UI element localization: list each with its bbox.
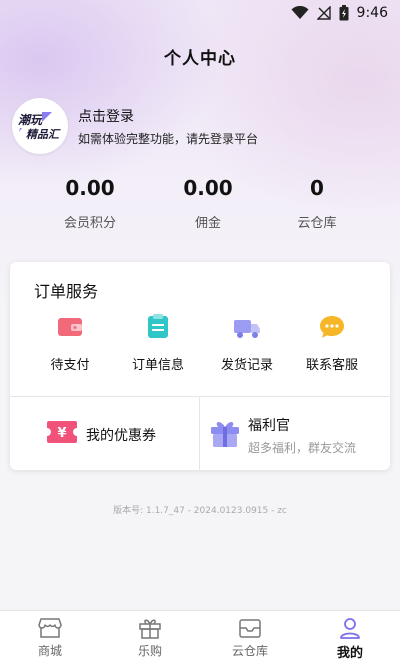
version-text: 版本号: 1.1.7_47 - 2024.0123.0915 - zc xyxy=(113,506,287,516)
brand-logo: 潮玩 精品汇 xyxy=(18,112,61,141)
stat-label: 云仓库 xyxy=(297,216,337,231)
coupon-icon: ¥ xyxy=(47,421,77,443)
stat-value: 0 xyxy=(310,176,324,200)
welfare-title: 福利官 xyxy=(248,418,290,434)
svg-text:精品汇: 精品汇 xyxy=(26,128,61,141)
tab-mine[interactable]: 我的 xyxy=(300,617,400,661)
order-info[interactable]: 订单信息 xyxy=(113,312,203,373)
stat-label: 佣金 xyxy=(194,216,221,231)
chat-icon xyxy=(320,316,344,338)
warehouse-icon xyxy=(239,619,261,638)
document-icon xyxy=(148,314,168,338)
order-service-title: 订单服务 xyxy=(34,282,99,301)
store-icon xyxy=(38,618,62,638)
login-link[interactable]: 点击登录 xyxy=(78,106,134,126)
page-title: 个人中心 xyxy=(164,49,236,69)
stat-warehouse[interactable]: 0 云仓库 xyxy=(267,176,367,231)
order-pending-payment[interactable]: 待支付 xyxy=(25,312,115,373)
battery-icon xyxy=(339,5,349,21)
svg-text:潮玩: 潮玩 xyxy=(18,113,44,127)
order-service-card: 订单服务 待支付 订单信息 发货记录 联系客服 ¥ 我的优惠券 福利官 超多福利… xyxy=(10,262,390,470)
truck-icon xyxy=(234,320,260,338)
stat-points[interactable]: 0.00 会员积分 xyxy=(40,176,140,231)
tab-label: 我的 xyxy=(336,646,363,661)
gift-icon xyxy=(211,422,239,447)
wallet-icon xyxy=(58,318,82,336)
bottom-tab-bar: 商城 乐购 云仓库 我的 xyxy=(0,610,400,667)
tab-legou[interactable]: 乐购 xyxy=(100,617,200,659)
status-bar: 9:46 xyxy=(0,0,400,26)
status-time: 9:46 xyxy=(356,5,388,21)
stat-value: 0.00 xyxy=(183,176,233,200)
tab-cloud-warehouse[interactable]: 云仓库 xyxy=(200,617,300,659)
tab-label: 乐购 xyxy=(137,644,162,658)
login-hint: 如需体验完整功能，请先登录平台 xyxy=(78,132,259,146)
wifi-icon xyxy=(291,6,309,19)
stat-commission[interactable]: 0.00 佣金 xyxy=(158,176,258,231)
gift-box-icon xyxy=(139,619,161,639)
stat-label: 会员积分 xyxy=(63,216,116,231)
order-shipping-record[interactable]: 发货记录 xyxy=(202,312,292,373)
welfare-subtitle: 超多福利，群友交流 xyxy=(248,441,357,455)
my-coupons-button[interactable]: ¥ 我的优惠券 xyxy=(10,397,199,470)
order-item-label: 联系客服 xyxy=(305,358,358,373)
tab-label: 商城 xyxy=(37,644,62,658)
no-signal-icon xyxy=(316,6,331,20)
welfare-officer-button[interactable]: 福利官 超多福利，群友交流 xyxy=(200,397,390,470)
avatar[interactable]: 潮玩 精品汇 xyxy=(12,98,68,154)
order-item-label: 发货记录 xyxy=(220,358,273,373)
stats-row: 0.00 会员积分 0.00 佣金 0 云仓库 xyxy=(0,176,400,240)
order-item-label: 订单信息 xyxy=(131,358,184,373)
coupon-label: 我的优惠券 xyxy=(86,428,156,444)
user-icon xyxy=(340,618,360,639)
svg-text:¥: ¥ xyxy=(57,426,66,441)
order-item-label: 待支付 xyxy=(50,358,90,373)
contact-support[interactable]: 联系客服 xyxy=(287,312,377,373)
tab-label: 云仓库 xyxy=(231,644,268,658)
stat-value: 0.00 xyxy=(65,176,115,200)
tab-mall[interactable]: 商城 xyxy=(0,617,100,659)
